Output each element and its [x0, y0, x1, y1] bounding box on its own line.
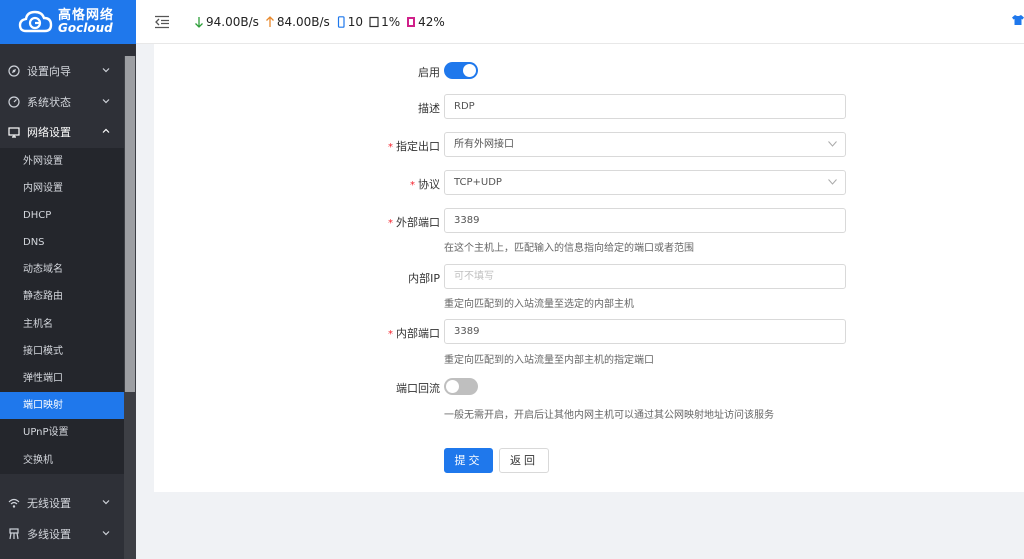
compass-icon	[8, 65, 20, 77]
menu-system-status[interactable]: 系统状态	[0, 87, 124, 118]
sidebar-item-flex-port[interactable]: 弹性端口	[0, 365, 124, 392]
gocloud-logo-icon	[18, 9, 54, 35]
description-input[interactable]: RDP	[444, 94, 846, 119]
external-port-hint: 在这个主机上，匹配输入的信息指向给定的端口或者范围	[444, 243, 694, 254]
loopback-toggle[interactable]	[444, 378, 478, 395]
port-mapping-form: 启用 描述 RDP * 指定出口 所有外网接口 * 协议 TCP+UDP * 外部端口…	[154, 44, 1024, 492]
arrow-down-icon	[195, 16, 203, 28]
device-count: 10	[336, 15, 363, 29]
dashboard-icon	[8, 96, 20, 108]
enable-toggle[interactable]	[444, 62, 478, 79]
multiline-icon	[8, 528, 20, 540]
sidebar-item-wan[interactable]: 外网设置	[0, 148, 124, 175]
menu-label: 设置向导	[27, 65, 71, 79]
theme-shirt-icon[interactable]	[1012, 14, 1024, 26]
chevron-up-icon	[102, 128, 110, 133]
sidebar-item-port-mapping[interactable]: 端口映射	[0, 392, 124, 420]
brand-name-en: Gocloud	[58, 21, 113, 35]
toggle-knob	[446, 380, 459, 393]
device-count-value: 10	[347, 14, 364, 29]
sidebar-item-ddns[interactable]: 动态域名	[0, 256, 124, 283]
required-mark: *	[410, 180, 415, 191]
internal-port-label-text: 内部端口	[396, 327, 440, 340]
menu-label: 网络设置	[27, 126, 71, 140]
chevron-down-icon	[828, 179, 837, 185]
sidebar-item-lan[interactable]: 内网设置	[0, 175, 124, 202]
upload-speed: 84.00B/s	[265, 15, 330, 29]
scrollbar-thumb[interactable]	[125, 56, 135, 392]
required-mark: *	[388, 329, 393, 340]
back-button[interactable]: 返回	[499, 448, 549, 473]
brand-logo[interactable]: 高恪网络 Gocloud	[0, 0, 136, 44]
menu-network-settings[interactable]: 网络设置	[0, 117, 124, 148]
internal-port-label: * 内部端口	[320, 325, 440, 341]
download-speed-value: 94.00B/s	[206, 14, 259, 29]
wifi-icon	[8, 497, 20, 509]
sidebar-item-hostname[interactable]: 主机名	[0, 311, 124, 338]
loopback-label: 端口回流	[396, 382, 440, 395]
enable-label: 启用	[418, 66, 440, 79]
top-bar: 94.00B/s 84.00B/s 10 1% 42%	[136, 0, 1024, 44]
download-speed: 94.00B/s	[194, 15, 259, 29]
menu-label: 多线设置	[27, 527, 71, 541]
toggle-knob	[463, 64, 476, 77]
description-label: 描述	[418, 102, 440, 115]
protocol-label-text: 协议	[418, 178, 440, 191]
sidebar-item-upnp[interactable]: UPnP设置	[0, 419, 124, 446]
upload-speed-value: 84.00B/s	[276, 14, 330, 29]
sidebar-menu-bottom: 无线设置 多线设置	[0, 488, 124, 549]
outlet-label: * 指定出口	[320, 138, 440, 154]
submit-button[interactable]: 提交	[444, 448, 493, 473]
collapse-menu-icon[interactable]	[154, 15, 170, 29]
external-port-label: * 外部端口	[320, 214, 440, 230]
sidebar-item-interface-mode[interactable]: 接口模式	[0, 338, 124, 365]
external-port-label-text: 外部端口	[396, 216, 440, 229]
chevron-down-icon	[102, 98, 110, 103]
network-submenu: 外网设置 内网设置 DHCP DNS 动态域名 静态路由 主机名 接口模式 弹性…	[0, 147, 124, 474]
cpu-usage-value: 1%	[381, 14, 401, 29]
required-mark: *	[388, 218, 393, 229]
sidebar-item-dhcp[interactable]: DHCP	[0, 202, 124, 229]
internal-port-input[interactable]: 3389	[444, 319, 846, 344]
chevron-down-icon	[102, 500, 110, 505]
menu-label: 系统状态	[27, 95, 71, 109]
menu-multiline-settings[interactable]: 多线设置	[0, 519, 124, 550]
required-mark: *	[388, 142, 393, 153]
monitor-icon	[8, 126, 20, 138]
memory-usage: 42%	[406, 15, 445, 29]
outlet-select-value: 所有外网接口	[454, 139, 514, 150]
sidebar: 高恪网络 Gocloud 设置向导 系统状态 网络设置 外网设置 内网设置 DH…	[0, 0, 136, 559]
arrow-up-icon	[265, 15, 274, 27]
outlet-select[interactable]: 所有外网接口	[444, 132, 846, 157]
memory-usage-value: 42%	[418, 14, 445, 29]
sidebar-scrollbar[interactable]	[124, 56, 136, 559]
protocol-select[interactable]: TCP+UDP	[444, 170, 846, 195]
chevron-down-icon	[102, 68, 110, 73]
sidebar-item-static-route[interactable]: 静态路由	[0, 283, 124, 310]
internal-ip-label: 内部IP	[408, 272, 440, 285]
chevron-down-icon	[828, 141, 837, 147]
menu-wireless-settings[interactable]: 无线设置	[0, 488, 124, 519]
sidebar-item-dns[interactable]: DNS	[0, 229, 124, 256]
menu-setup-wizard[interactable]: 设置向导	[0, 56, 124, 87]
loopback-hint: 一般无需开启，开启后让其他内网主机可以通过其公网映射地址访问该服务	[444, 410, 774, 421]
phone-icon	[337, 15, 345, 28]
internal-port-hint: 重定向匹配到的入站流量至内部主机的指定端口	[444, 355, 654, 366]
outlet-label-text: 指定出口	[396, 140, 440, 153]
sidebar-menu: 设置向导 系统状态 网络设置 外网设置 内网设置 DHCP DNS 动态域名 静…	[0, 56, 124, 474]
internal-ip-hint: 重定向匹配到的入站流量至选定的内部主机	[444, 299, 634, 310]
protocol-label: * 协议	[320, 176, 440, 192]
memory-icon	[407, 16, 416, 27]
sidebar-item-switch[interactable]: 交换机	[0, 447, 124, 474]
protocol-select-value: TCP+UDP	[454, 177, 502, 188]
menu-label: 无线设置	[27, 497, 71, 511]
cpu-icon	[369, 16, 379, 27]
cpu-usage: 1%	[369, 15, 400, 29]
external-port-input[interactable]: 3389	[444, 208, 846, 233]
internal-ip-input[interactable]: 可不填写	[444, 264, 846, 289]
chevron-down-icon	[102, 530, 110, 535]
